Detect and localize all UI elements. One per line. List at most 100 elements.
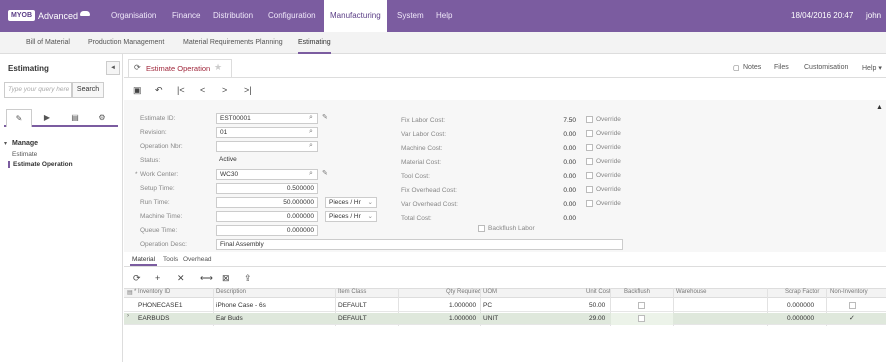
row-description[interactable]: iPhone Case - 6s xyxy=(216,302,266,309)
user-menu[interactable]: john xyxy=(866,0,881,32)
subnav-bill-of-material[interactable]: Bill of Material xyxy=(26,32,70,54)
gear-icon[interactable]: ⚙ xyxy=(89,109,115,127)
operation-nbr-field[interactable] xyxy=(216,141,318,152)
col-item-class[interactable]: Item Class xyxy=(338,289,366,295)
tool-override-checkbox[interactable] xyxy=(586,172,593,179)
setup-time-field[interactable]: 0.500000 xyxy=(216,183,318,194)
col-warehouse[interactable]: Warehouse xyxy=(676,289,706,295)
machine-time-unit-select[interactable]: Pieces / Hr ⌄ xyxy=(325,211,377,222)
favorite-star-icon[interactable]: ★ xyxy=(214,62,222,73)
row-backflush-checkbox[interactable] xyxy=(638,302,645,309)
sidebar-search-input[interactable]: Type your query here xyxy=(4,82,72,98)
work-center-field[interactable]: WC30 xyxy=(216,169,318,180)
col-backflush[interactable]: Backflush xyxy=(624,289,650,295)
previous-record-icon[interactable]: < xyxy=(200,85,205,95)
nav-system[interactable]: System xyxy=(397,0,424,32)
queue-time-field[interactable]: 0.000000 xyxy=(216,225,318,236)
collapse-sidebar-button[interactable]: ◄ xyxy=(106,61,120,75)
subnav-production-management[interactable]: Production Management xyxy=(88,32,164,54)
machine-override-checkbox[interactable] xyxy=(586,144,593,151)
var-overhead-override-checkbox[interactable] xyxy=(586,200,593,207)
notes-link[interactable]: Notes xyxy=(743,64,761,71)
help-link[interactable]: Help ▾ xyxy=(862,64,882,72)
last-record-icon[interactable]: >| xyxy=(244,85,252,95)
row-menu-icon[interactable]: ▤ xyxy=(127,289,133,296)
col-uom[interactable]: UOM xyxy=(483,289,497,295)
nav-organisation[interactable]: Organisation xyxy=(111,0,156,32)
pencil-icon[interactable]: ✎ xyxy=(6,109,32,127)
subnav-estimating[interactable]: Estimating xyxy=(298,32,331,54)
notes-icon[interactable]: ▢ xyxy=(733,64,740,72)
subnav-mrp[interactable]: Material Requirements Planning xyxy=(183,32,283,54)
col-unit-cost[interactable]: Unit Cost xyxy=(586,289,611,295)
undo-icon[interactable]: ↶ xyxy=(155,85,163,96)
row-scrap-factor[interactable]: 0.000000 xyxy=(787,315,814,322)
add-row-icon[interactable]: + xyxy=(155,273,160,283)
edit-icon[interactable]: ✎ xyxy=(322,169,328,177)
search-icon[interactable]: ⌕ xyxy=(309,170,313,178)
row-uom[interactable]: UNIT xyxy=(483,315,498,322)
sidebar-link-estimate-operation[interactable]: Estimate Operation xyxy=(8,161,73,168)
tab-material[interactable]: Material xyxy=(130,254,158,266)
fix-overhead-override-checkbox[interactable] xyxy=(586,186,593,193)
material-override-checkbox[interactable] xyxy=(586,158,593,165)
customisation-link[interactable]: Customisation xyxy=(804,64,848,71)
next-record-icon[interactable]: > xyxy=(222,85,227,95)
app-logo[interactable]: MYOB Advanced xyxy=(8,9,91,22)
sidebar-group-manage[interactable]: Manage xyxy=(12,140,38,147)
collapse-form-icon[interactable]: ▲ xyxy=(876,104,883,111)
backflush-labor-checkbox[interactable] xyxy=(478,225,485,232)
row-unit-cost[interactable]: 29.00 xyxy=(589,315,605,322)
nav-help[interactable]: Help xyxy=(436,0,452,32)
col-scrap-factor[interactable]: Scrap Factor xyxy=(785,289,819,295)
row-inventory-id[interactable]: PHONECASE1 xyxy=(138,302,182,309)
sidebar-link-estimate[interactable]: Estimate xyxy=(12,151,37,158)
nav-distribution[interactable]: Distribution xyxy=(213,0,253,32)
search-icon[interactable]: ⌕ xyxy=(309,128,313,136)
estimate-id-field[interactable]: EST00001 xyxy=(216,113,318,124)
col-description[interactable]: Description xyxy=(216,289,246,295)
row-non-inventory-check[interactable]: ✓ xyxy=(849,314,855,322)
row-qty[interactable]: 1.000000 xyxy=(449,315,476,322)
row-description[interactable]: Ear Buds xyxy=(216,315,243,322)
export-excel-icon[interactable]: ⊠ xyxy=(222,273,230,284)
edit-icon[interactable]: ✎ xyxy=(322,113,328,121)
row-scrap-factor[interactable]: 0.000000 xyxy=(787,302,814,309)
tab-tools[interactable]: Tools xyxy=(161,254,180,266)
chevron-down-icon[interactable]: ▾ xyxy=(4,140,7,147)
upload-icon[interactable]: ⇪ xyxy=(244,273,252,284)
row-item-class[interactable]: DEFAULT xyxy=(338,302,367,309)
var-labor-override-checkbox[interactable] xyxy=(586,130,593,137)
row-unit-cost[interactable]: 50.00 xyxy=(589,302,605,309)
refresh-icon[interactable]: ⟳ xyxy=(133,273,141,284)
search-icon[interactable]: ⌕ xyxy=(309,142,313,150)
row-inventory-id[interactable]: EARBUDS xyxy=(138,315,169,322)
save-icon[interactable]: ▣ xyxy=(133,85,142,96)
nav-configuration[interactable]: Configuration xyxy=(268,0,316,32)
search-icon[interactable]: ⌕ xyxy=(309,114,313,122)
row-backflush-checkbox[interactable] xyxy=(638,315,645,322)
col-non-inventory[interactable]: Non-Inventory xyxy=(830,289,868,295)
machine-time-field[interactable]: 0.000000 xyxy=(216,211,318,222)
refresh-icon[interactable]: ⟳ xyxy=(134,63,141,72)
revision-field[interactable]: 01 xyxy=(216,127,318,138)
operation-desc-field[interactable]: Final Assembly xyxy=(216,239,623,250)
col-qty-required[interactable]: Qty Required xyxy=(446,289,481,295)
run-time-unit-select[interactable]: Pieces / Hr ⌄ xyxy=(325,197,377,208)
row-item-class[interactable]: DEFAULT xyxy=(338,315,367,322)
fit-columns-icon[interactable]: ⟷ xyxy=(200,273,213,284)
tab-overhead[interactable]: Overhead xyxy=(181,254,214,266)
sidebar-search-button[interactable]: Search xyxy=(72,82,104,98)
nav-finance[interactable]: Finance xyxy=(172,0,200,32)
report-icon[interactable]: ▤ xyxy=(62,109,88,127)
run-time-field[interactable]: 50.000000 xyxy=(216,197,318,208)
play-icon[interactable]: ▶ xyxy=(34,109,60,127)
fix-labor-override-checkbox[interactable] xyxy=(586,116,593,123)
nav-manufacturing[interactable]: Manufacturing xyxy=(324,0,387,32)
row-non-inventory-checkbox[interactable] xyxy=(849,302,856,309)
delete-row-icon[interactable]: ✕ xyxy=(177,273,185,284)
row-qty[interactable]: 1.000000 xyxy=(449,302,476,309)
files-link[interactable]: Files xyxy=(774,64,789,71)
first-record-icon[interactable]: |< xyxy=(177,85,185,95)
col-inventory-id[interactable]: Inventory ID xyxy=(138,289,170,295)
